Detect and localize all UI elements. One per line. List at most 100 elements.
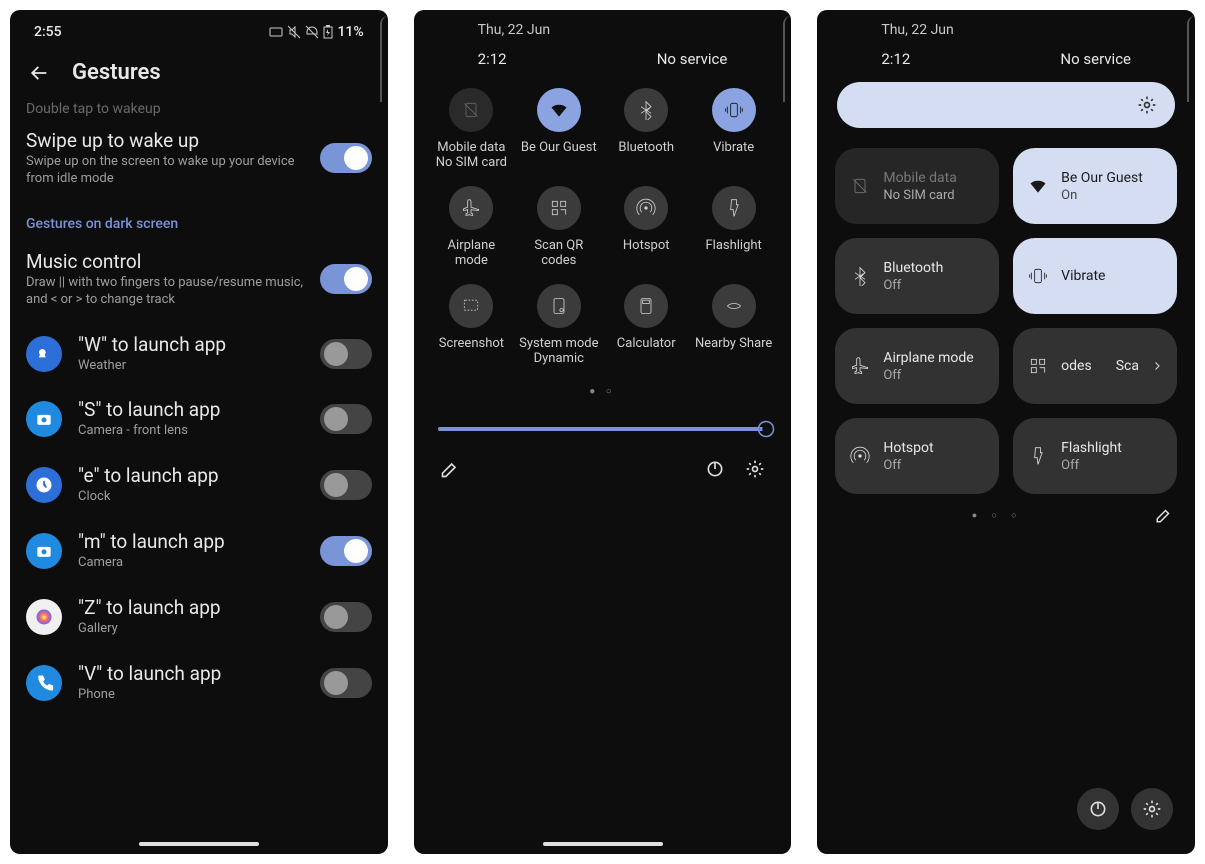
gesture-launch-row[interactable]: "Z" to launch app Gallery (10, 584, 388, 650)
time: 2:12 (881, 50, 910, 68)
qs-tile[interactable]: Hotspot Off (835, 418, 999, 494)
qs-tile[interactable]: odes Sca (1013, 328, 1177, 404)
setting-music-control[interactable]: Music control Draw || with two fingers t… (10, 238, 388, 321)
gesture-launch-row[interactable]: "m" to launch app Camera (10, 518, 388, 584)
gesture-launch-row[interactable]: "S" to launch app Camera - front lens (10, 386, 388, 452)
qs-tile[interactable]: Nearby Share (692, 284, 775, 366)
edit-icon[interactable] (1155, 506, 1173, 524)
scrollbar[interactable] (783, 16, 791, 102)
toggle[interactable] (320, 536, 372, 566)
qs-tile[interactable]: Hotspot (605, 186, 688, 268)
qs-tile-label: Vibrate (692, 140, 775, 155)
qs-tile[interactable]: System mode Dynamic (517, 284, 600, 366)
toggle[interactable] (320, 668, 372, 698)
qs-tile-label: Flashlight (692, 238, 775, 253)
nav-pill[interactable] (139, 842, 259, 846)
setting-title: "Z" to launch app (78, 596, 304, 619)
qs-tile-label: Bluetooth (883, 259, 943, 277)
settings-button[interactable] (1131, 788, 1173, 830)
toggle[interactable] (320, 143, 372, 173)
qs-tile-label: Calculator (605, 336, 688, 351)
brightness-slider[interactable] (438, 427, 768, 431)
qs-tile[interactable]: Be Our Guest On (1013, 148, 1177, 224)
qs-tile-icon (849, 266, 871, 286)
edit-icon[interactable] (440, 459, 460, 479)
page-title: Gestures (72, 60, 161, 85)
qs-tile-sub: Off (1061, 458, 1122, 473)
toggle[interactable] (320, 470, 372, 500)
page-dots: ● ○ (414, 386, 792, 397)
qs-tile-icon (1027, 176, 1049, 196)
qs-tile[interactable]: Flashlight Off (1013, 418, 1177, 494)
setting-swipe-up[interactable]: Swipe up to wake up Swipe up on the scre… (10, 117, 388, 200)
gesture-launch-row[interactable]: "e" to launch app Clock (10, 452, 388, 518)
qs-tile[interactable]: Bluetooth Off (835, 238, 999, 314)
qs-tile[interactable]: Calculator (605, 284, 688, 366)
setting-sub: Camera - front lens (78, 423, 304, 440)
scrollbar[interactable] (380, 16, 388, 102)
app-icon (26, 533, 62, 569)
gesture-launch-row[interactable]: "W" to launch app Weather (10, 321, 388, 387)
setting-title: Music control (26, 250, 304, 273)
qs-tile[interactable]: Airplane mode (430, 186, 513, 268)
quick-settings-tiles: Thu, 22 Jun 2:12 No service Mobile data … (817, 10, 1195, 854)
status-indicators: 11% (269, 24, 363, 40)
keyboard-icon (269, 26, 283, 38)
qs-tile[interactable]: Vibrate (692, 88, 775, 170)
scrollbar[interactable] (1187, 16, 1195, 102)
mute-icon (287, 25, 301, 39)
gestures-settings-screen: 2:55 11% Gestures Double tap to wakeup S… (10, 10, 388, 854)
setting-sub: Phone (78, 687, 304, 704)
qs-tile-icon (1027, 446, 1049, 466)
qs-tile-sub: Off (883, 368, 973, 383)
setting-title: "V" to launch app (78, 662, 304, 685)
setting-title: "W" to launch app (78, 333, 304, 356)
toggle[interactable] (320, 602, 372, 632)
qs-tile-label: Screenshot (430, 336, 513, 351)
qs-tile[interactable]: Airplane mode Off (835, 328, 999, 404)
back-icon[interactable] (28, 62, 50, 84)
settings-icon[interactable] (745, 459, 765, 479)
toggle[interactable] (320, 404, 372, 434)
setting-sub: Weather (78, 358, 304, 375)
setting-title: "S" to launch app (78, 398, 304, 421)
search-bar[interactable] (837, 82, 1175, 128)
qs-tile[interactable]: Vibrate (1013, 238, 1177, 314)
qs-tile-sub: Off (883, 458, 933, 473)
qs-tile-label: System mode (517, 336, 600, 351)
nav-pill[interactable] (543, 842, 663, 846)
qs-tile-label: Nearby Share (692, 336, 775, 351)
page-indicator-row: ● ○ ○ (817, 494, 1195, 536)
qs-footer (414, 443, 792, 495)
qs-tile-label: Scan QR codes (517, 238, 600, 268)
qs-tile-icon (449, 186, 493, 230)
status-time: 2:55 (34, 24, 62, 40)
qs-tile[interactable]: Mobile data No SIM card (835, 148, 999, 224)
date: Thu, 22 Jun (817, 10, 1195, 40)
toggle[interactable] (320, 339, 372, 369)
qs-tile[interactable]: Bluetooth (605, 88, 688, 170)
setting-desc: Draw || with two fingers to pause/resume… (26, 275, 304, 309)
settings-icon (1142, 799, 1162, 819)
qs-tile-icon (712, 88, 756, 132)
qs-tile-icon (624, 284, 668, 328)
qs-tile-icon (712, 284, 756, 328)
qs-tile-label: Hotspot (605, 238, 688, 253)
gesture-launch-row[interactable]: "V" to launch app Phone (10, 650, 388, 716)
qs-tile[interactable]: Screenshot (430, 284, 513, 366)
section-label: Gestures on dark screen (10, 200, 388, 238)
qs-tile-label: Airplane mode (883, 349, 973, 367)
qs-tile-icon (449, 88, 493, 132)
toggle[interactable] (320, 264, 372, 294)
power-icon[interactable] (705, 459, 725, 479)
qs-tile-icon (624, 88, 668, 132)
qs-tile[interactable]: Flashlight (692, 186, 775, 268)
qs-tile[interactable]: Be Our Guest (517, 88, 600, 170)
qs-tile[interactable]: Scan QR codes (517, 186, 600, 268)
setting-title: "m" to launch app (78, 530, 304, 553)
qs-tile[interactable]: Mobile data No SIM card (430, 88, 513, 170)
power-button[interactable] (1077, 788, 1119, 830)
brightness-icon (757, 420, 775, 438)
settings-icon[interactable] (1137, 95, 1157, 115)
qs-tile-icon (537, 284, 581, 328)
